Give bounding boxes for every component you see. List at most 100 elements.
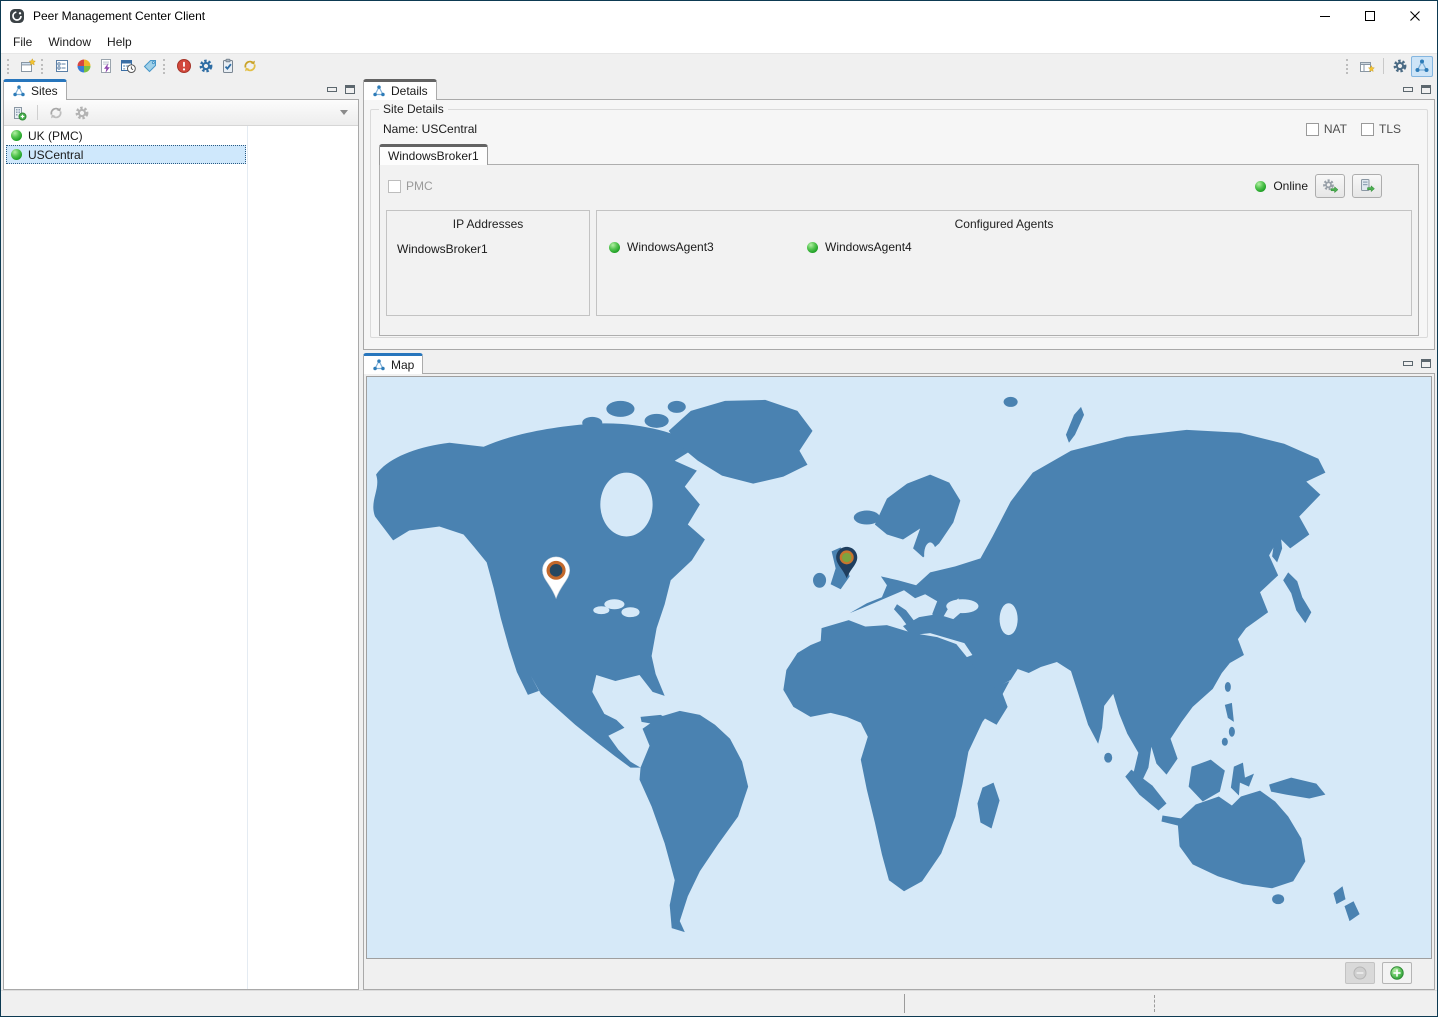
broker-launch-button[interactable]: [1352, 174, 1382, 198]
maximize-view-icon: [1421, 359, 1431, 368]
app-window: Peer Management Center Client File Windo…: [0, 0, 1438, 1017]
tag-icon: [142, 58, 158, 74]
main-area: Sites: [1, 78, 1437, 990]
site-row-uk[interactable]: UK (PMC): [6, 126, 246, 145]
details-panel-header: Details: [363, 78, 1435, 100]
new-window-button[interactable]: [17, 56, 39, 77]
report-button[interactable]: [95, 56, 117, 77]
maximize-view-icon: [345, 85, 355, 94]
gear-arrow-icon: [1321, 178, 1340, 194]
pmc-checkbox[interactable]: PMC: [388, 179, 433, 193]
status-bar-grip[interactable]: [1154, 995, 1155, 1012]
ip-addresses-box: IP Addresses WindowsBroker1: [386, 210, 590, 316]
pmc-checkbox-box[interactable]: [388, 180, 401, 193]
tag-button[interactable]: [139, 56, 161, 77]
reconnect-button[interactable]: [45, 103, 67, 123]
status-bar: [1, 990, 1437, 1016]
clipboard-check-icon: [220, 58, 236, 74]
sites-panel-header: Sites: [3, 78, 359, 100]
topology-perspective-button[interactable]: [1411, 56, 1433, 77]
site-details-group-title: Site Details: [379, 102, 448, 116]
settings-button[interactable]: [195, 56, 217, 77]
maximize-view-icon: [1421, 85, 1431, 94]
details-panel-body: Site Details Name: USCentral NAT TLS: [363, 99, 1435, 350]
nat-checkbox[interactable]: NAT: [1306, 122, 1347, 136]
alert-button[interactable]: [173, 56, 195, 77]
agent-item[interactable]: WindowsAgent4: [807, 240, 1005, 254]
tab-windowsbroker1[interactable]: WindowsBroker1: [379, 144, 488, 165]
tasks-button[interactable]: [217, 56, 239, 77]
topology-icon: [1414, 58, 1430, 74]
site-label: USCentral: [28, 148, 83, 162]
tls-checkbox[interactable]: TLS: [1361, 122, 1401, 136]
minimize-view-icon: [1403, 87, 1413, 92]
maximize-button[interactable]: [1347, 1, 1392, 31]
open-perspective-button[interactable]: [1356, 56, 1378, 77]
sync-icon: [242, 58, 258, 74]
sites-panel: Sites: [3, 78, 359, 990]
close-button[interactable]: [1392, 1, 1437, 31]
broker-settings-button[interactable]: [1315, 174, 1345, 198]
calendar-button[interactable]: [117, 56, 139, 77]
minimize-view-icon: [327, 87, 337, 92]
broker-panel: PMC Online: [379, 164, 1419, 336]
configured-agents-box: Configured Agents WindowsAgent3: [596, 210, 1412, 316]
minimize-view-button[interactable]: [323, 80, 341, 98]
agent-item[interactable]: WindowsAgent3: [609, 240, 807, 254]
maximize-view-button[interactable]: [1417, 354, 1435, 372]
toolbar-grip: [163, 59, 169, 74]
world-map-svg[interactable]: [367, 377, 1431, 958]
tab-map[interactable]: Map: [363, 353, 423, 374]
tab-details[interactable]: Details: [363, 79, 437, 100]
nat-checkbox-label: NAT: [1324, 122, 1347, 136]
minimize-view-button[interactable]: [1399, 80, 1417, 98]
close-icon: [1409, 10, 1421, 22]
agents-row: WindowsAgent3 WindowsAgent4: [597, 240, 1411, 254]
form-button[interactable]: [51, 56, 73, 77]
agent-label: WindowsAgent3: [627, 240, 714, 254]
ip-addresses-title: IP Addresses: [387, 217, 589, 231]
window-title: Peer Management Center Client: [33, 9, 1302, 23]
zoom-out-button[interactable]: [1345, 962, 1375, 984]
status-online-icon: [1255, 181, 1266, 192]
broker-info-boxes: IP Addresses WindowsBroker1 Configured A…: [386, 210, 1412, 316]
minimize-button[interactable]: [1302, 1, 1347, 31]
maximize-view-button[interactable]: [1417, 80, 1435, 98]
preferences-button[interactable]: [1389, 56, 1411, 77]
map-panel-body: [363, 373, 1435, 990]
agent-label: WindowsAgent4: [825, 240, 912, 254]
maximize-icon: [1364, 10, 1376, 22]
add-site-button[interactable]: [8, 103, 30, 123]
maximize-view-button[interactable]: [341, 80, 359, 98]
menu-help[interactable]: Help: [99, 33, 140, 51]
menu-window[interactable]: Window: [40, 33, 99, 51]
tab-details-label: Details: [391, 84, 428, 98]
right-column: Details Site Details Name: USCentral: [363, 78, 1435, 990]
refresh-button[interactable]: [239, 56, 261, 77]
sites-tree[interactable]: UK (PMC) USCentral: [4, 126, 358, 989]
toolbar-grip: [41, 59, 47, 74]
status-online-icon: [11, 149, 22, 160]
gear-icon: [74, 105, 90, 121]
zoom-in-button[interactable]: [1382, 962, 1412, 984]
site-row-uscentral[interactable]: USCentral: [6, 145, 246, 164]
tls-checkbox-box[interactable]: [1361, 123, 1374, 136]
nat-checkbox-box[interactable]: [1306, 123, 1319, 136]
world-map[interactable]: [366, 376, 1432, 959]
tab-sites[interactable]: Sites: [3, 79, 67, 100]
server-arrow-icon: [1358, 178, 1377, 194]
zoom-in-icon: [1389, 965, 1405, 981]
ip-address-value: WindowsBroker1: [387, 242, 589, 256]
site-settings-button[interactable]: [71, 103, 93, 123]
calendar-clock-icon: [120, 58, 136, 74]
toolbar-grip: [1346, 59, 1352, 74]
titlebar: Peer Management Center Client: [1, 1, 1437, 31]
menubar: File Window Help: [1, 31, 1437, 53]
pie-chart-button[interactable]: [73, 56, 95, 77]
sites-toolbar: [4, 100, 358, 126]
minimize-icon: [1319, 10, 1331, 22]
add-site-icon: [11, 105, 27, 121]
view-menu-icon[interactable]: [340, 110, 348, 115]
menu-file[interactable]: File: [5, 33, 40, 51]
minimize-view-button[interactable]: [1399, 354, 1417, 372]
